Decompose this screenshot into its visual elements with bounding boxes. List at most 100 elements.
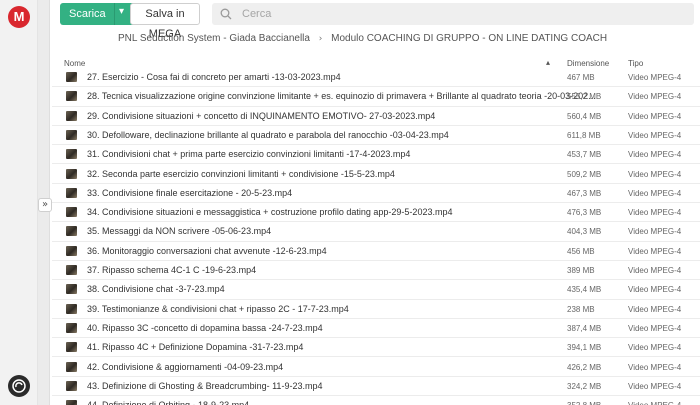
file-name: 43. Definizione di Ghosting & Breadcrumb… xyxy=(87,380,323,391)
file-type: Video MPEG-4 xyxy=(628,169,682,179)
video-thumbnail-icon xyxy=(66,91,77,102)
sync-icon[interactable] xyxy=(8,375,30,397)
video-thumbnail-icon xyxy=(66,342,77,353)
table-row[interactable]: 36. Monitoraggio conversazioni chat avve… xyxy=(52,242,700,261)
file-type: Video MPEG-4 xyxy=(628,323,682,333)
file-type: Video MPEG-4 xyxy=(628,266,682,275)
file-size: 394,1 MB xyxy=(567,343,602,353)
file-type: Video MPEG-4 xyxy=(628,401,681,405)
file-name: 42. Condivisione & aggiornamenti -04-09-… xyxy=(87,361,284,372)
file-type: Video MPEG-4 xyxy=(628,285,682,295)
expand-sidebar-button[interactable]: » xyxy=(38,198,52,212)
table-row[interactable]: 33. Condivisione finale esercitazione - … xyxy=(52,184,700,204)
download-button-label: Scarica xyxy=(69,8,106,20)
file-name: 44. Definizione di Orbiting - 18-9-23.mp… xyxy=(87,400,249,405)
file-name: 34. Condivisione situazioni e messaggist… xyxy=(87,207,453,218)
file-size: 387,4 MB xyxy=(567,323,602,333)
table-row[interactable]: 44. Definizione di Orbiting - 18-9-23.mp… xyxy=(52,396,700,405)
file-name: 35. Messaggi da NON scrivere -05-06-23.m… xyxy=(87,226,272,237)
file-name: 38. Condivisione chat -3-7-23.mp4 xyxy=(87,284,225,295)
video-thumbnail-icon xyxy=(66,303,77,314)
file-type: Video MPEG-4 xyxy=(628,343,682,353)
file-type: Video MPEG-4 xyxy=(628,92,682,102)
file-type: Video MPEG-4 xyxy=(628,227,682,237)
video-thumbnail-icon xyxy=(66,400,77,405)
video-thumbnail-icon xyxy=(66,284,77,295)
table-row[interactable]: 39. Testimonianze & condivisioni chat + … xyxy=(52,300,700,319)
table-row[interactable]: 30. Defolloware, declinazione brillante … xyxy=(52,126,700,146)
file-name: 30. Defolloware, declinazione brillante … xyxy=(87,129,449,140)
video-thumbnail-icon xyxy=(66,226,77,237)
file-name: 29. Condivisione situazioni + concetto d… xyxy=(87,110,436,121)
file-size: 389 MB xyxy=(567,266,595,275)
file-size: 555,2 MB xyxy=(567,92,602,102)
save-to-mega-button[interactable]: Salva in MEGA xyxy=(130,3,200,40)
table-row[interactable]: 40. Ripasso 3C -concetto di dopamina bas… xyxy=(52,319,700,339)
column-header-type[interactable]: Tipo xyxy=(628,59,643,68)
file-name: 40. Ripasso 3C -concetto di dopamina bas… xyxy=(87,322,323,333)
video-thumbnail-icon xyxy=(66,187,77,198)
table-row[interactable]: 37. Ripasso schema 4C-1 C -19-6-23.mp4 38… xyxy=(52,261,700,281)
file-size: 352,8 MB xyxy=(567,401,601,405)
download-button[interactable]: Scarica ▾ xyxy=(60,3,136,25)
table-row[interactable]: 27. Esercizio - Cosa fai di concreto per… xyxy=(52,68,700,88)
search-bar[interactable] xyxy=(212,3,694,25)
download-button-separator xyxy=(114,3,115,25)
file-size: 324,2 MB xyxy=(567,381,602,391)
breadcrumb-item[interactable]: PNL Seduction System - Giada Baccianella xyxy=(118,33,310,44)
search-icon xyxy=(220,8,232,20)
video-thumbnail-icon xyxy=(66,72,77,82)
file-type: Video MPEG-4 xyxy=(628,73,682,82)
file-type: Video MPEG-4 xyxy=(628,381,682,391)
file-type: Video MPEG-4 xyxy=(628,188,682,198)
table-row[interactable]: 38. Condivisione chat -3-7-23.mp4 435,4 M… xyxy=(52,280,700,300)
video-thumbnail-icon xyxy=(66,207,77,218)
left-sidebar: M xyxy=(0,0,38,405)
breadcrumb: PNL Seduction System - Giada Baccianella… xyxy=(118,33,607,47)
file-type: Video MPEG-4 xyxy=(628,150,682,160)
file-size: 611,8 MB xyxy=(567,130,601,140)
file-size: 476,3 MB xyxy=(567,208,602,218)
table-row[interactable]: 41. Ripasso 4C + Definizione Dopamina -3… xyxy=(52,338,700,358)
file-size: 404,3 MB xyxy=(567,227,602,237)
search-input[interactable] xyxy=(242,6,542,22)
file-size: 238 MB xyxy=(567,304,595,314)
video-thumbnail-icon xyxy=(66,265,77,275)
table-row[interactable]: 34. Condivisione situazioni e messaggist… xyxy=(52,203,700,223)
table-row[interactable]: 28. Tecnica visualizzazione origine conv… xyxy=(52,87,700,107)
video-thumbnail-icon xyxy=(66,149,77,160)
video-thumbnail-icon xyxy=(66,322,77,333)
table-row[interactable]: 43. Definizione di Ghosting & Breadcrumb… xyxy=(52,377,700,397)
file-name: 31. Condivisioni chat + prima parte eser… xyxy=(87,149,411,160)
video-thumbnail-icon xyxy=(66,168,77,179)
video-thumbnail-icon xyxy=(66,110,77,121)
table-row[interactable]: 42. Condivisione & aggiornamenti -04-09-… xyxy=(52,358,700,377)
table-row[interactable]: 31. Condivisioni chat + prima parte eser… xyxy=(52,145,700,165)
file-name: 37. Ripasso schema 4C-1 C -19-6-23.mp4 xyxy=(87,265,257,275)
file-size: 560,4 MB xyxy=(567,111,602,121)
video-thumbnail-icon xyxy=(66,380,77,391)
file-name: 32. Seconda parte esercizio convinzioni … xyxy=(87,168,395,179)
file-type: Video MPEG-4 xyxy=(628,208,682,218)
file-name: 41. Ripasso 4C + Definizione Dopamina -3… xyxy=(87,342,304,353)
file-name: 39. Testimonianze & condivisioni chat + … xyxy=(87,303,349,314)
table-row[interactable]: 32. Seconda parte esercizio convinzioni … xyxy=(52,165,700,184)
file-size: 426,2 MB xyxy=(567,362,602,372)
toolbar: Scarica ▾ Salva in MEGA xyxy=(52,0,700,40)
chevron-right-icon: › xyxy=(318,34,323,44)
column-header-name[interactable]: Nome xyxy=(64,59,85,68)
column-header-size[interactable]: Dimensione xyxy=(567,59,609,68)
file-name: 28. Tecnica visualizzazione origine conv… xyxy=(87,91,596,102)
file-type: Video MPEG-4 xyxy=(628,304,682,314)
file-type: Video MPEG-4 xyxy=(628,362,682,372)
file-size: 456 MB xyxy=(567,246,595,256)
table-row[interactable]: 29. Condivisione situazioni + concetto d… xyxy=(52,107,700,126)
table-row[interactable]: 35. Messaggi da NON scrivere -05-06-23.m… xyxy=(52,222,700,242)
file-list: 27. Esercizio - Cosa fai di concreto per… xyxy=(52,68,700,405)
mega-logo[interactable]: M xyxy=(8,6,30,28)
file-size: 509,2 MB xyxy=(567,169,602,179)
sort-up-icon[interactable]: ▴ xyxy=(546,58,550,67)
chevron-down-icon[interactable]: ▾ xyxy=(119,6,124,17)
file-name: 27. Esercizio - Cosa fai di concreto per… xyxy=(87,72,341,82)
breadcrumb-item-current[interactable]: Modulo COACHING DI GRUPPO - ON LINE DATI… xyxy=(331,33,607,44)
